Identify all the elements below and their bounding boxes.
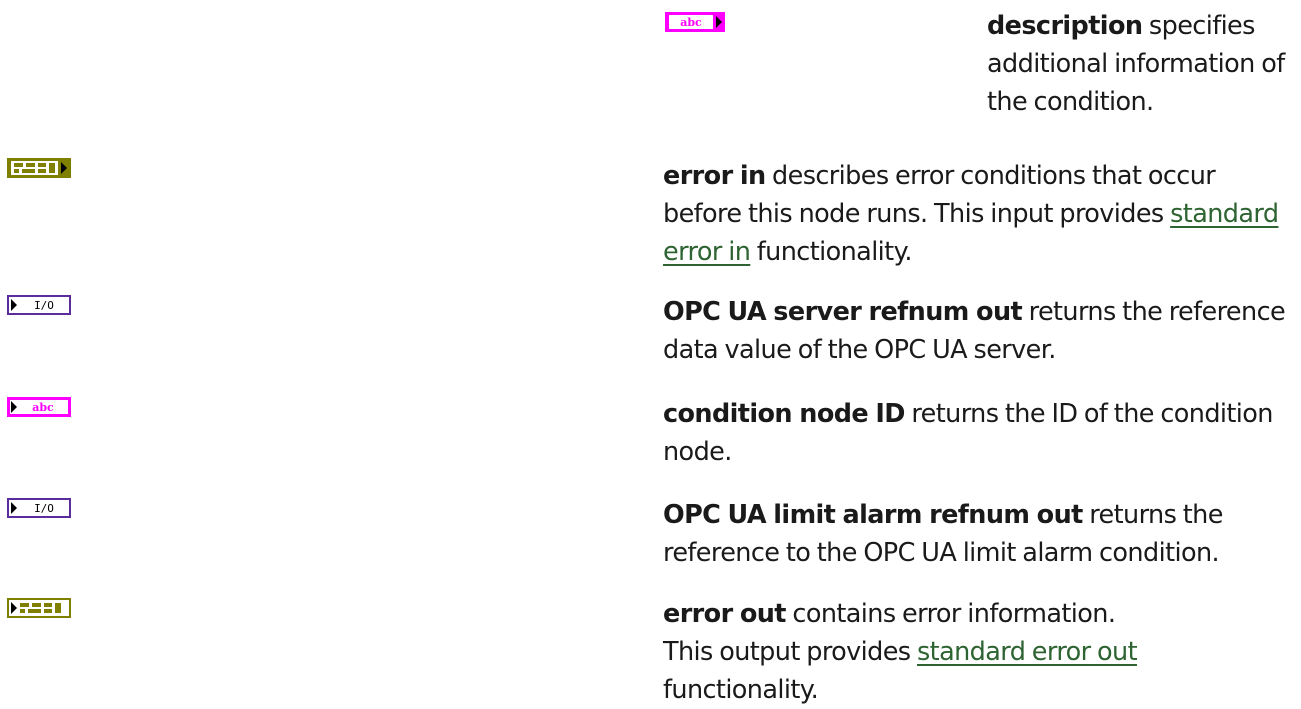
server-refnum-out-param: OPC UA server refnum out returns the ref… — [663, 293, 1299, 369]
svg-text:abc: abc — [680, 16, 702, 29]
condition-node-id-param: condition node ID returns the ID of the … — [663, 395, 1299, 471]
error-in-param: error in describes error conditions that… — [663, 157, 1299, 271]
svg-text:I/O: I/O — [34, 502, 54, 515]
param-term: OPC UA server refnum out — [663, 297, 1023, 327]
param-term: description — [987, 11, 1143, 41]
param-description-end: functionality. — [750, 237, 913, 267]
param-term: OPC UA limit alarm refnum out — [663, 500, 1083, 530]
string-output-terminal-icon: abc — [7, 397, 71, 417]
svg-text:abc: abc — [32, 401, 54, 414]
io-refnum-output-terminal-icon: I/O — [7, 295, 71, 315]
string-input-terminal-icon: abc — [665, 12, 725, 32]
param-term: error in — [663, 161, 766, 191]
limit-alarm-refnum-out-param: OPC UA limit alarm refnum out returns th… — [663, 496, 1299, 572]
param-description-end: functionality. — [663, 675, 819, 705]
svg-text:I/O: I/O — [34, 299, 54, 312]
error-out-param: error out contains error information. Th… — [663, 595, 1143, 709]
description-param: description specifies additional informa… — [987, 7, 1297, 121]
io-refnum-output-terminal-icon: I/O — [7, 498, 71, 518]
error-cluster-input-terminal-icon — [7, 158, 71, 178]
standard-error-out-link[interactable]: standard error out — [917, 637, 1138, 667]
error-cluster-output-terminal-icon — [7, 598, 71, 618]
param-term: error out — [663, 599, 786, 629]
param-term: condition node ID — [663, 399, 905, 429]
